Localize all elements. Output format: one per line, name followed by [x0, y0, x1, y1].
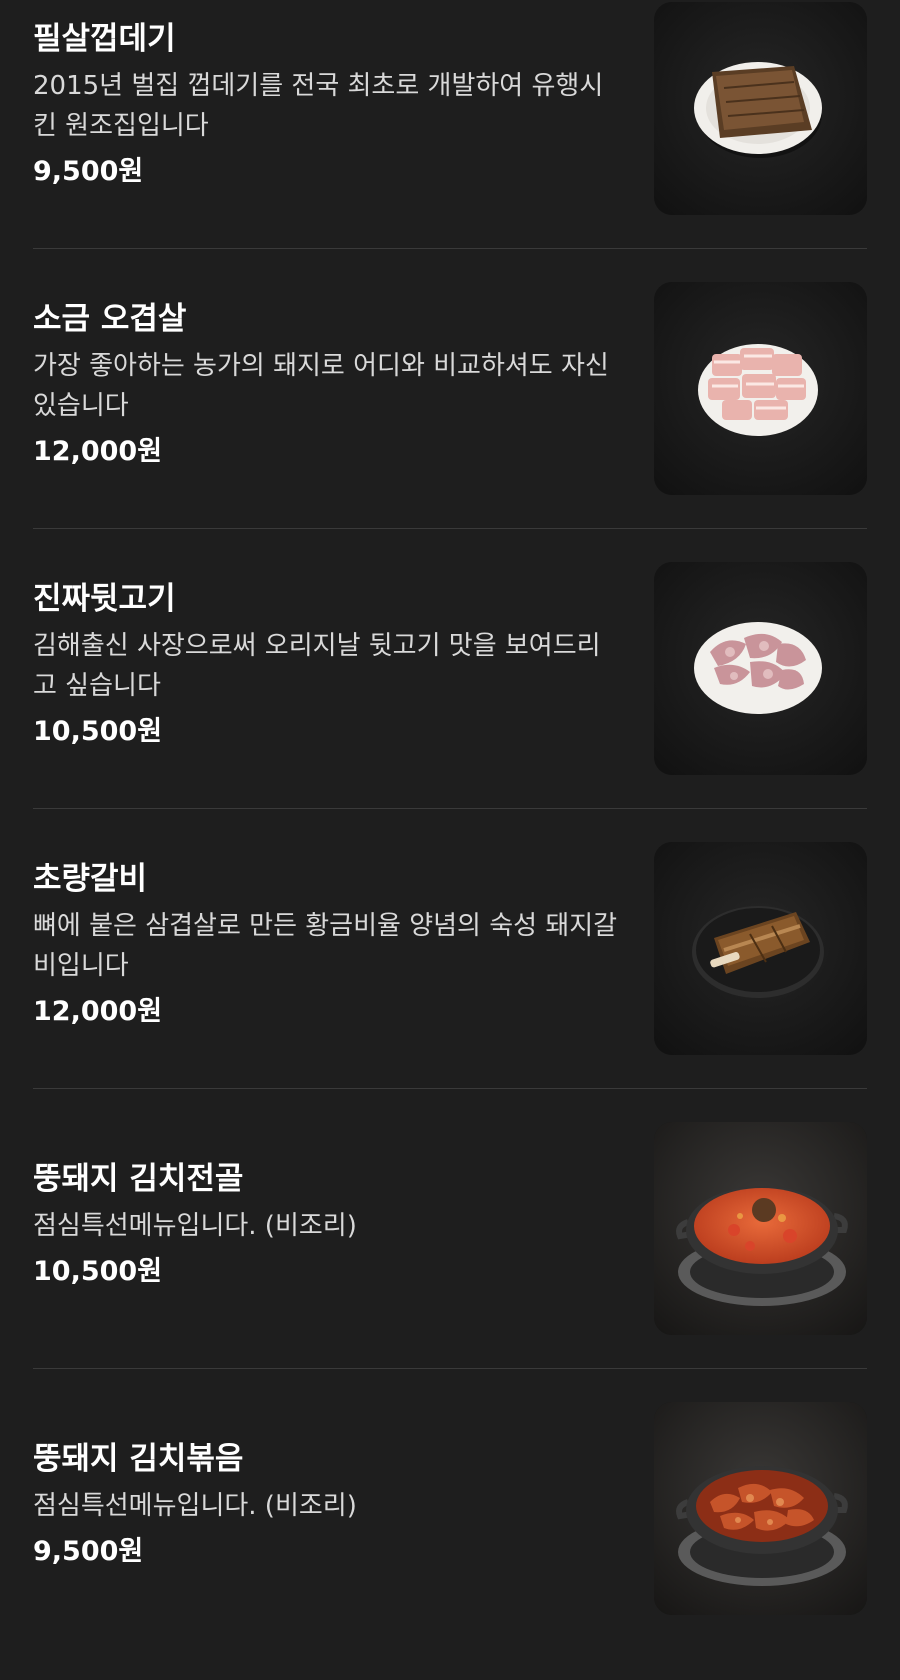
menu-item-price: 10,500원: [33, 716, 163, 747]
menu-item-text: 초량갈비 뼈에 붙은 삼겹살로 만든 황금비율 양념의 숙성 돼지갈비입니다 1…: [33, 858, 623, 1032]
menu-item-description: 가장 좋아하는 농가의 돼지로 어디와 비교하셔도 자신 있습니다: [33, 351, 609, 421]
menu-item-kimchi-stew[interactable]: 뚱돼지 김치전골 점심특선메뉴입니다. (비조리) 10,500원: [0, 1120, 900, 1400]
menu-item-name: 소금 오겹살: [33, 301, 187, 337]
menu-item-description: 뼈에 붙은 삼겹살로 만든 황금비율 양념의 숙성 돼지갈비입니다: [33, 911, 618, 981]
menu-item-pork-trimmings[interactable]: 진짜뒷고기 김해출신 사장으로써 오리지날 뒷고기 맛을 보여드리고 싶습니다 …: [0, 560, 900, 840]
menu-item-name: 초량갈비: [33, 861, 148, 897]
menu-item-text: 뚱돼지 김치전골 점심특선메뉴입니다. (비조리) 10,500원: [33, 1158, 623, 1292]
pork-skin-plate-image[interactable]: [654, 2, 867, 215]
menu-item-price: 9,500원: [33, 1536, 144, 1567]
menu-item-description: 점심특선메뉴입니다. (비조리): [33, 1211, 357, 1241]
menu-item-text: 소금 오겹살 가장 좋아하는 농가의 돼지로 어디와 비교하셔도 자신 있습니다…: [33, 298, 623, 472]
divider: [33, 528, 867, 529]
menu-item-description: 점심특선메뉴입니다. (비조리): [33, 1491, 357, 1521]
pork-trimmings-plate-image[interactable]: [654, 562, 867, 775]
menu-list: 필살껍데기 2015년 벌집 껍데기를 전국 최초로 개발하여 유행시킨 원조집…: [0, 0, 900, 1634]
divider: [33, 1368, 867, 1369]
kimchi-stirfry-pan-image[interactable]: [654, 1402, 867, 1615]
menu-item-name: 뚱돼지 김치볶음: [33, 1441, 244, 1477]
menu-item-pork-skin[interactable]: 필살껍데기 2015년 벌집 껍데기를 전국 최초로 개발하여 유행시킨 원조집…: [0, 0, 900, 280]
menu-item-price: 10,500원: [33, 1256, 163, 1287]
menu-item-text: 진짜뒷고기 김해출신 사장으로써 오리지날 뒷고기 맛을 보여드리고 싶습니다 …: [33, 578, 623, 752]
menu-item-name: 진짜뒷고기: [33, 581, 176, 617]
menu-item-price: 12,000원: [33, 996, 163, 1027]
menu-item-name: 뚱돼지 김치전골: [33, 1161, 244, 1197]
divider: [33, 808, 867, 809]
menu-item-text: 뚱돼지 김치볶음 점심특선메뉴입니다. (비조리) 9,500원: [33, 1438, 623, 1572]
menu-item-description: 김해출신 사장으로써 오리지날 뒷고기 맛을 보여드리고 싶습니다: [33, 631, 601, 701]
kimchi-stew-pot-image[interactable]: [654, 1122, 867, 1335]
divider: [33, 248, 867, 249]
menu-item-price: 9,500원: [33, 156, 144, 187]
menu-item-name: 필살껍데기: [33, 21, 176, 57]
pork-belly-plate-image[interactable]: [654, 282, 867, 495]
menu-item-salt-pork-belly[interactable]: 소금 오겹살 가장 좋아하는 농가의 돼지로 어디와 비교하셔도 자신 있습니다…: [0, 280, 900, 560]
menu-item-description: 2015년 벌집 껍데기를 전국 최초로 개발하여 유행시킨 원조집입니다: [33, 71, 604, 141]
divider: [33, 1088, 867, 1089]
menu-item-price: 12,000원: [33, 436, 163, 467]
marinated-ribs-plate-image[interactable]: [654, 842, 867, 1055]
menu-item-text: 필살껍데기 2015년 벌집 껍데기를 전국 최초로 개발하여 유행시킨 원조집…: [33, 18, 623, 192]
menu-item-marinated-ribs[interactable]: 초량갈비 뼈에 붙은 삼겹살로 만든 황금비율 양념의 숙성 돼지갈비입니다 1…: [0, 840, 900, 1120]
menu-item-kimchi-stirfry[interactable]: 뚱돼지 김치볶음 점심특선메뉴입니다. (비조리) 9,500원: [0, 1400, 900, 1680]
